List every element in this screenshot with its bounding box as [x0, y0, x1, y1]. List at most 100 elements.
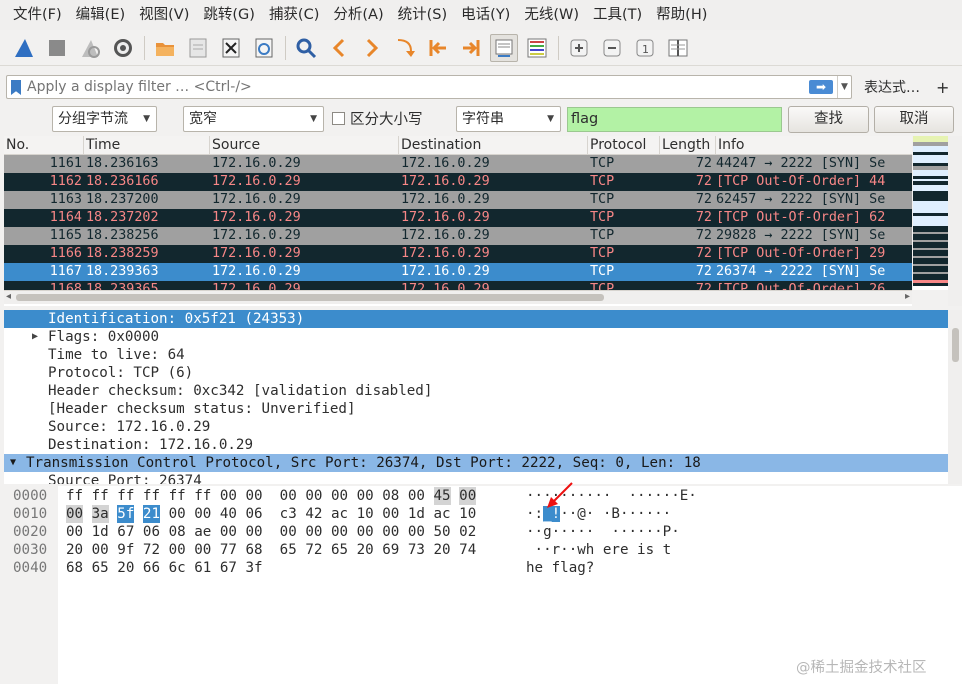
hex-byte[interactable]: 50 [434, 523, 451, 541]
packet-list-vertical-scrollbar[interactable] [948, 136, 962, 306]
scroll-left-arrow-icon[interactable]: ◂ [6, 291, 11, 302]
menu-item[interactable]: 无线(W) [517, 0, 586, 30]
detail-tree-item[interactable]: ▶ Flags: 0x0000 [4, 328, 948, 346]
hex-byte[interactable]: 00 [331, 523, 348, 541]
hex-byte[interactable]: 00 [408, 523, 425, 541]
hex-byte[interactable]: ff [92, 487, 109, 505]
hex-byte[interactable]: 00 [280, 487, 297, 505]
hex-byte[interactable]: 20 [434, 541, 451, 559]
hex-byte[interactable]: 00 [382, 523, 399, 541]
reload-file-icon[interactable] [250, 34, 278, 62]
menu-item[interactable]: 工具(T) [586, 0, 649, 30]
menu-item[interactable]: 视图(V) [132, 0, 196, 30]
zoom-in-icon[interactable] [565, 34, 593, 62]
hex-byte[interactable]: 68 [66, 559, 83, 577]
hex-byte[interactable]: 77 [220, 541, 237, 559]
bytes-ascii-row[interactable]: he flag? [526, 559, 594, 577]
packet-minimap[interactable] [913, 136, 948, 290]
hex-byte[interactable]: c3 [280, 505, 297, 523]
packet-row[interactable]: 1164 18.237202 172.16.0.29 172.16.0.29 TCP 72… [4, 209, 912, 227]
bytes-ascii-row[interactable]: ··g····· ······P· [526, 523, 680, 541]
hex-byte[interactable]: 00 [357, 487, 374, 505]
detail-tree-item[interactable]: Source: 172.16.0.29 [4, 418, 948, 436]
hex-byte[interactable]: 45 [433, 487, 451, 505]
menu-item[interactable]: 统计(S) [391, 0, 455, 30]
column-header-destination[interactable]: Destination [399, 136, 588, 155]
hex-byte[interactable]: 00 [220, 523, 237, 541]
hex-byte[interactable]: 00 [194, 541, 211, 559]
hex-byte[interactable]: 08 [169, 523, 186, 541]
collapsed-triangle-icon[interactable]: ▶ [32, 328, 38, 346]
hex-byte[interactable]: 72 [143, 541, 160, 559]
expression-button[interactable]: 表达式… [864, 77, 920, 97]
menu-item[interactable]: 文件(F) [6, 0, 69, 30]
menu-item[interactable]: 编辑(E) [69, 0, 132, 30]
hex-byte[interactable]: 73 [408, 541, 425, 559]
hex-byte[interactable]: ae [194, 523, 211, 541]
stop-capture-icon[interactable] [43, 34, 71, 62]
hex-byte[interactable]: 3f [245, 559, 262, 577]
detail-tree-item[interactable]: Protocol: TCP (6) [4, 364, 948, 382]
find-button[interactable]: 查找 [788, 106, 869, 133]
hex-byte[interactable]: 10 [357, 505, 374, 523]
close-file-icon[interactable] [217, 34, 245, 62]
start-capture-icon[interactable] [10, 34, 38, 62]
hex-byte[interactable]: 61 [194, 559, 211, 577]
packet-row[interactable]: 1167 18.239363 172.16.0.29 172.16.0.29 TCP 72… [4, 263, 912, 281]
scrollbar-thumb[interactable] [952, 328, 959, 362]
char-width-select[interactable]: 宽窄 ▼ [183, 106, 324, 132]
column-header-no[interactable]: No. [4, 136, 84, 155]
hex-byte[interactable]: 1d [408, 505, 425, 523]
hex-byte[interactable]: 00 [66, 505, 84, 523]
cancel-button[interactable]: 取消 [874, 106, 954, 133]
hex-byte[interactable]: 1d [92, 523, 109, 541]
first-packet-icon[interactable] [424, 34, 452, 62]
menu-item[interactable]: 跳转(G) [196, 0, 262, 30]
save-file-icon[interactable] [184, 34, 212, 62]
hex-byte[interactable]: 06 [245, 505, 262, 523]
detail-tree-item[interactable]: Identification: 0x5f21 (24353) [4, 310, 948, 328]
hex-byte[interactable]: ff [194, 487, 211, 505]
hex-byte[interactable]: 00 [169, 505, 186, 523]
hex-byte[interactable]: 3a [91, 505, 109, 523]
open-file-icon[interactable] [151, 34, 179, 62]
column-header-info[interactable]: Info [716, 136, 912, 155]
hex-byte[interactable]: 42 [305, 505, 322, 523]
bytes-ascii-row[interactable]: ··r··wh ere is t [526, 541, 672, 559]
hex-byte[interactable]: 6c [169, 559, 186, 577]
hex-byte[interactable]: 00 [305, 487, 322, 505]
hex-byte[interactable]: 06 [143, 523, 160, 541]
details-vertical-scrollbar[interactable] [948, 310, 962, 484]
hex-byte[interactable]: ff [143, 487, 160, 505]
detail-tree-item[interactable]: Time to live: 64 [4, 346, 948, 364]
hex-byte[interactable]: 69 [382, 541, 399, 559]
zoom-out-icon[interactable] [598, 34, 626, 62]
hex-byte[interactable]: 67 [220, 559, 237, 577]
hex-byte[interactable]: 20 [66, 541, 83, 559]
go-to-packet-icon[interactable] [391, 34, 419, 62]
hex-byte[interactable]: 00 [66, 523, 83, 541]
resize-columns-icon[interactable] [664, 34, 692, 62]
hex-byte[interactable]: ac [434, 505, 451, 523]
hex-byte[interactable]: 72 [305, 541, 322, 559]
display-filter-input[interactable] [7, 79, 809, 95]
case-sensitive-checkbox[interactable] [332, 112, 345, 125]
hex-byte[interactable]: 40 [220, 505, 237, 523]
hex-byte[interactable]: 21 [142, 505, 161, 523]
scrollbar-thumb[interactable] [16, 294, 604, 301]
hex-byte[interactable]: 00 [245, 487, 262, 505]
hex-byte[interactable]: 20 [357, 541, 374, 559]
hex-byte[interactable]: 00 [220, 487, 237, 505]
packet-row[interactable]: 1166 18.238259 172.16.0.29 172.16.0.29 TCP 72… [4, 245, 912, 263]
hex-byte[interactable]: ff [66, 487, 83, 505]
scroll-right-arrow-icon[interactable]: ▸ [905, 291, 910, 302]
hex-byte[interactable]: 00 [305, 523, 322, 541]
capture-options-gear-icon[interactable] [109, 34, 137, 62]
add-filter-button[interactable]: + [936, 78, 949, 97]
packet-row[interactable]: 1163 18.237200 172.16.0.29 172.16.0.29 TCP 72… [4, 191, 912, 209]
hex-byte[interactable]: 65 [92, 559, 109, 577]
packet-row[interactable]: 1161 18.236163 172.16.0.29 172.16.0.29 TCP 72… [4, 155, 912, 173]
menu-item[interactable]: 电话(Y) [454, 0, 517, 30]
menu-item[interactable]: 捕获(C) [262, 0, 326, 30]
search-in-select[interactable]: 分组字节流 ▼ [52, 106, 157, 132]
